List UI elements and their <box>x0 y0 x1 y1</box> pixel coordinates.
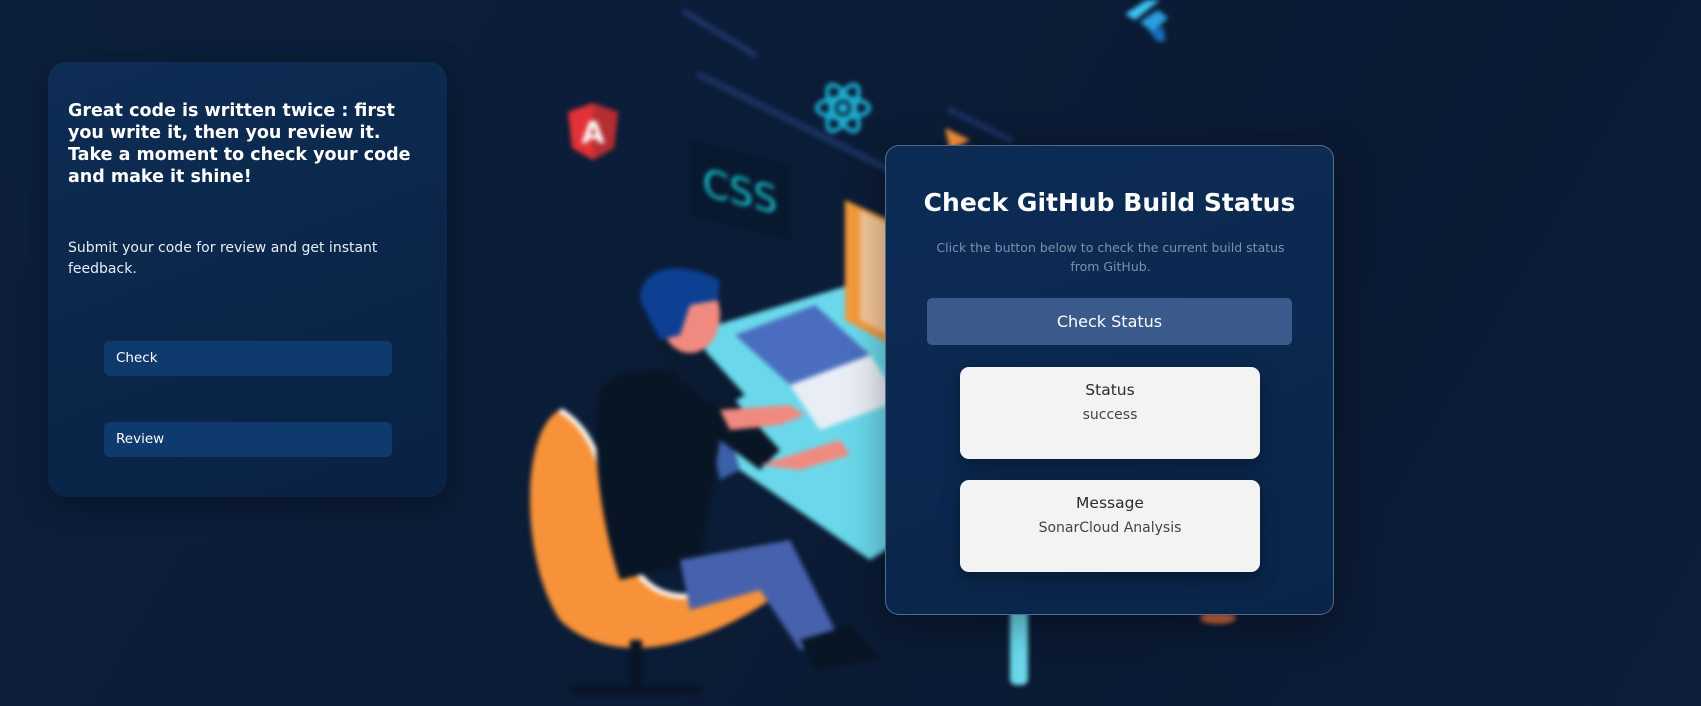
flutter-icon <box>1125 0 1168 42</box>
status-label: Status <box>1085 381 1135 399</box>
quote-heading: Great code is written twice : first you … <box>68 101 411 187</box>
react-icon <box>815 82 871 134</box>
review-card: Great code is written twice : first you … <box>48 62 447 497</box>
angular-icon: A <box>568 103 618 160</box>
message-value: SonarCloud Analysis <box>1038 520 1182 536</box>
build-status-description: Click the button below to check the curr… <box>936 240 1285 274</box>
check-button[interactable]: Check <box>104 341 392 376</box>
status-box: Status success <box>960 367 1260 459</box>
status-value: success <box>1082 407 1138 423</box>
review-button[interactable]: Review <box>104 422 392 457</box>
css-sign: CSS <box>690 140 790 240</box>
message-label: Message <box>1076 494 1144 512</box>
svg-text:A: A <box>581 116 605 151</box>
build-status-title: Check GitHub Build Status <box>923 188 1296 217</box>
review-subtitle: Submit your code for review and get inst… <box>68 240 378 277</box>
message-box: Message SonarCloud Analysis <box>960 480 1260 572</box>
check-status-button[interactable]: Check Status <box>927 298 1292 345</box>
build-status-card: Check GitHub Build Status Click the butt… <box>885 145 1334 615</box>
